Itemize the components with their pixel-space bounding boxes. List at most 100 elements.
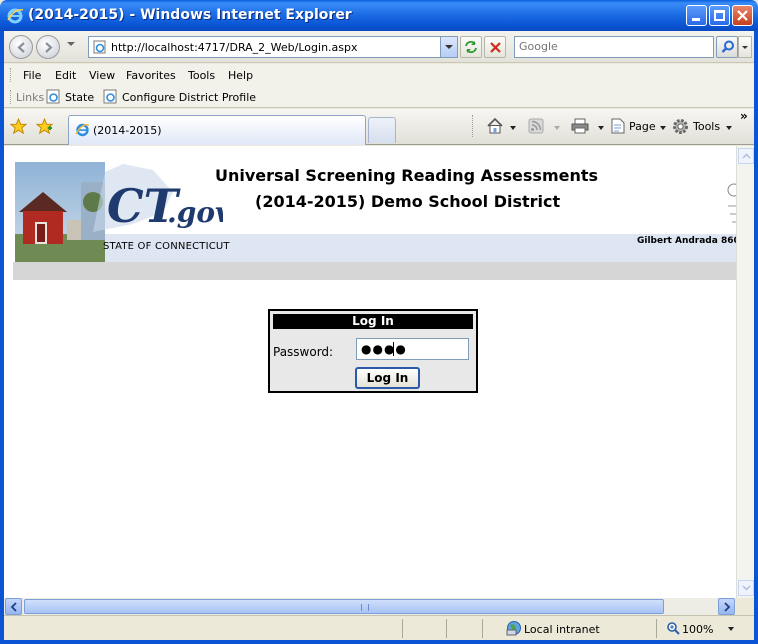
zoom-icon	[667, 622, 680, 635]
home-icon	[487, 117, 503, 134]
ie-tab-icon	[75, 123, 90, 137]
status-pane-divider	[446, 619, 447, 638]
links-bar: Links State Configure District Profile	[4, 86, 754, 108]
zoom-level: 100%	[682, 623, 714, 636]
site-banner: CT .gov STATE OF CONNECTICUT Universal S…	[15, 162, 736, 262]
menu-view[interactable]: View	[89, 69, 115, 82]
scroll-left-button[interactable]	[5, 598, 22, 615]
toolbar-grip	[10, 90, 13, 104]
links-label: Links	[16, 91, 45, 104]
link-configure-district-profile[interactable]: Configure District Profile	[103, 89, 257, 105]
home-button[interactable]	[486, 116, 518, 138]
scroll-right-button[interactable]	[718, 598, 735, 615]
refresh-button[interactable]	[460, 36, 482, 58]
menu-help[interactable]: Help	[228, 69, 253, 82]
menu-favorites[interactable]: Favorites	[126, 69, 176, 82]
ie-logo-icon	[7, 8, 24, 24]
toolbar-grip	[10, 68, 13, 82]
url-input[interactable]	[111, 39, 436, 55]
stop-icon	[490, 42, 501, 53]
chevron-down-icon	[510, 126, 516, 130]
scroll-down-button[interactable]	[738, 580, 754, 596]
back-arrow-icon	[17, 42, 25, 53]
link-state-label: State	[65, 91, 95, 104]
feeds-button[interactable]	[528, 116, 560, 138]
close-icon	[737, 10, 748, 21]
menu-file[interactable]: File	[23, 69, 41, 82]
tab-bar: (2014-2015) Page Tools »	[4, 109, 754, 145]
rss-feed-icon	[528, 118, 544, 134]
chevron-down-icon	[728, 627, 734, 631]
horizontal-scrollbar[interactable]	[4, 598, 736, 615]
login-header: Log In	[273, 314, 473, 329]
search-options-dropdown[interactable]	[738, 36, 752, 58]
address-toolbar	[4, 31, 754, 63]
menu-bar: File Edit View Favorites Tools Help	[4, 64, 754, 86]
status-pane-divider	[482, 619, 483, 638]
status-pane-divider	[402, 619, 403, 638]
chevron-down-icon	[554, 126, 560, 130]
close-button[interactable]	[732, 5, 753, 26]
ct-gov-logo: CT .gov	[93, 164, 223, 233]
menu-edit[interactable]: Edit	[55, 69, 76, 82]
favorites-center-icon[interactable]	[10, 118, 27, 135]
thumb-grip	[361, 604, 369, 611]
toolbar-separator	[472, 115, 474, 137]
link-configure-label: Configure District Profile	[122, 91, 257, 104]
status-pane-divider	[656, 619, 657, 638]
title-bar[interactable]: (2014-2015) - Windows Internet Explorer	[0, 0, 758, 31]
tab-label: (2014-2015)	[93, 124, 162, 137]
address-box[interactable]	[88, 36, 458, 58]
print-icon	[571, 118, 589, 134]
chevron-down-icon	[660, 126, 666, 130]
forward-button[interactable]	[36, 35, 60, 59]
password-label: Password:	[273, 345, 334, 359]
password-field[interactable]: ●●●●	[356, 338, 469, 360]
search-button[interactable]	[716, 36, 738, 58]
chevron-down-icon	[726, 126, 732, 130]
toolbar-overflow-chevron[interactable]: »	[740, 109, 748, 123]
print-button[interactable]	[571, 116, 605, 138]
user-name: Gilbert Andrada 860	[637, 236, 736, 246]
chevron-down-icon	[742, 585, 751, 591]
ie-page-icon	[46, 89, 60, 104]
forward-arrow-icon	[45, 42, 53, 53]
scrollbar-corner	[736, 598, 754, 615]
page-menu-button[interactable]: Page	[610, 116, 668, 138]
tools-menu-button[interactable]: Tools	[672, 116, 734, 138]
globe-icon	[506, 621, 521, 636]
back-button[interactable]	[9, 35, 33, 59]
menu-tools[interactable]: Tools	[188, 69, 215, 82]
window-title: (2014-2015) - Windows Internet Explorer	[28, 7, 352, 23]
tab-active[interactable]: (2014-2015)	[68, 115, 366, 145]
minimize-icon	[692, 18, 700, 21]
scroll-thumb[interactable]	[24, 599, 664, 614]
page-menu-label: Page	[629, 120, 656, 133]
address-dropdown-button[interactable]	[440, 37, 457, 57]
banner-title: Universal Screening Reading Assessments	[215, 166, 599, 185]
login-button[interactable]: Log In	[355, 367, 420, 389]
maximize-button[interactable]	[709, 5, 730, 26]
page-icon	[611, 118, 625, 134]
status-bar: Local intranet 100%	[4, 615, 754, 640]
window-frame-bottom	[0, 640, 758, 644]
search-input[interactable]	[519, 40, 709, 53]
page-icon	[93, 40, 106, 54]
gear-icon	[673, 119, 688, 134]
add-favorites-icon[interactable]	[36, 118, 53, 135]
page-content: CT .gov STATE OF CONNECTICUT Universal S…	[4, 146, 736, 598]
search-box[interactable]	[514, 36, 714, 58]
refresh-icon	[465, 41, 477, 53]
new-tab-button[interactable]	[368, 117, 396, 143]
banner-subtitle: (2014-2015) Demo School District	[255, 192, 561, 211]
link-state[interactable]: State	[46, 89, 96, 105]
recent-pages-dropdown[interactable]	[67, 42, 75, 46]
vertical-scrollbar[interactable]	[736, 146, 754, 598]
tools-menu-label: Tools	[693, 120, 721, 133]
chevron-down-icon	[598, 126, 604, 130]
minimize-button[interactable]	[686, 5, 707, 26]
scroll-up-button[interactable]	[738, 148, 754, 164]
text-cursor	[393, 342, 394, 356]
stop-button[interactable]	[484, 36, 506, 58]
red-barn-image	[15, 162, 105, 262]
